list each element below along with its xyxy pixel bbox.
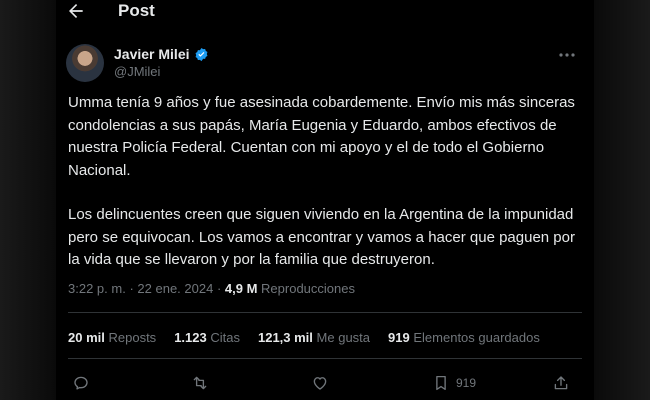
post-text: Umma tenía 9 años y fue asesinada cobard… [68, 92, 584, 272]
post-meta: 3:22 p. m. · 22 ene. 2024 · 4,9 M Reprod… [68, 281, 355, 296]
more-options-icon[interactable] [558, 48, 576, 62]
left-background [0, 0, 56, 400]
repost-icon [193, 376, 207, 390]
author-row: Javier Milei @JMilei [66, 44, 576, 84]
divider [68, 312, 582, 313]
likes-stat[interactable]: 121,3 mil Me gusta [258, 330, 370, 345]
back-arrow-icon[interactable] [66, 1, 86, 21]
share-button[interactable] [552, 372, 570, 394]
bookmark-count: 919 [456, 376, 477, 390]
post-time[interactable]: 3:22 p. m. [68, 281, 126, 296]
avatar[interactable] [66, 44, 104, 82]
action-bar: 919 [68, 372, 582, 394]
reply-button[interactable] [72, 372, 90, 394]
bookmarks-stat[interactable]: 919 Elementos guardados [388, 330, 540, 345]
right-background [594, 0, 650, 400]
author-handle[interactable]: @JMilei [114, 64, 160, 79]
quotes-stat[interactable]: 1.123 Citas [174, 330, 240, 345]
meta-separator: · [129, 281, 134, 296]
divider [68, 358, 582, 359]
page-title: Post [118, 1, 155, 20]
share-icon [554, 376, 568, 390]
bookmark-icon [436, 375, 446, 391]
repost-button[interactable] [191, 372, 209, 394]
views-count: 4,9 M [224, 281, 258, 296]
author-name[interactable]: Javier Milei [114, 46, 190, 62]
post-paragraph: Los delincuentes creen que siguen vivien… [68, 206, 575, 268]
reposts-stat[interactable]: 20 mil Reposts [68, 330, 156, 345]
author-name-row: Javier Milei [114, 46, 209, 62]
verified-badge-icon [195, 47, 207, 61]
post-date[interactable]: 22 ene. 2024 [137, 281, 213, 296]
meta-separator: · [216, 281, 222, 296]
post-paragraph: Umma tenía 9 años y fue asesinada cobard… [68, 94, 575, 179]
post-detail-column: Post Javier Milei @JMilei Umma tenía 9 a… [56, 0, 594, 400]
like-button[interactable] [311, 372, 329, 394]
engagement-stats: 20 mil Reposts 1.123 Citas 121,3 mil Me … [68, 330, 540, 345]
header: Post [56, 0, 594, 24]
reply-icon [74, 376, 88, 390]
bookmark-button[interactable]: 919 [432, 372, 476, 394]
like-icon [313, 377, 327, 390]
views-label: Reproducciones [261, 281, 355, 296]
